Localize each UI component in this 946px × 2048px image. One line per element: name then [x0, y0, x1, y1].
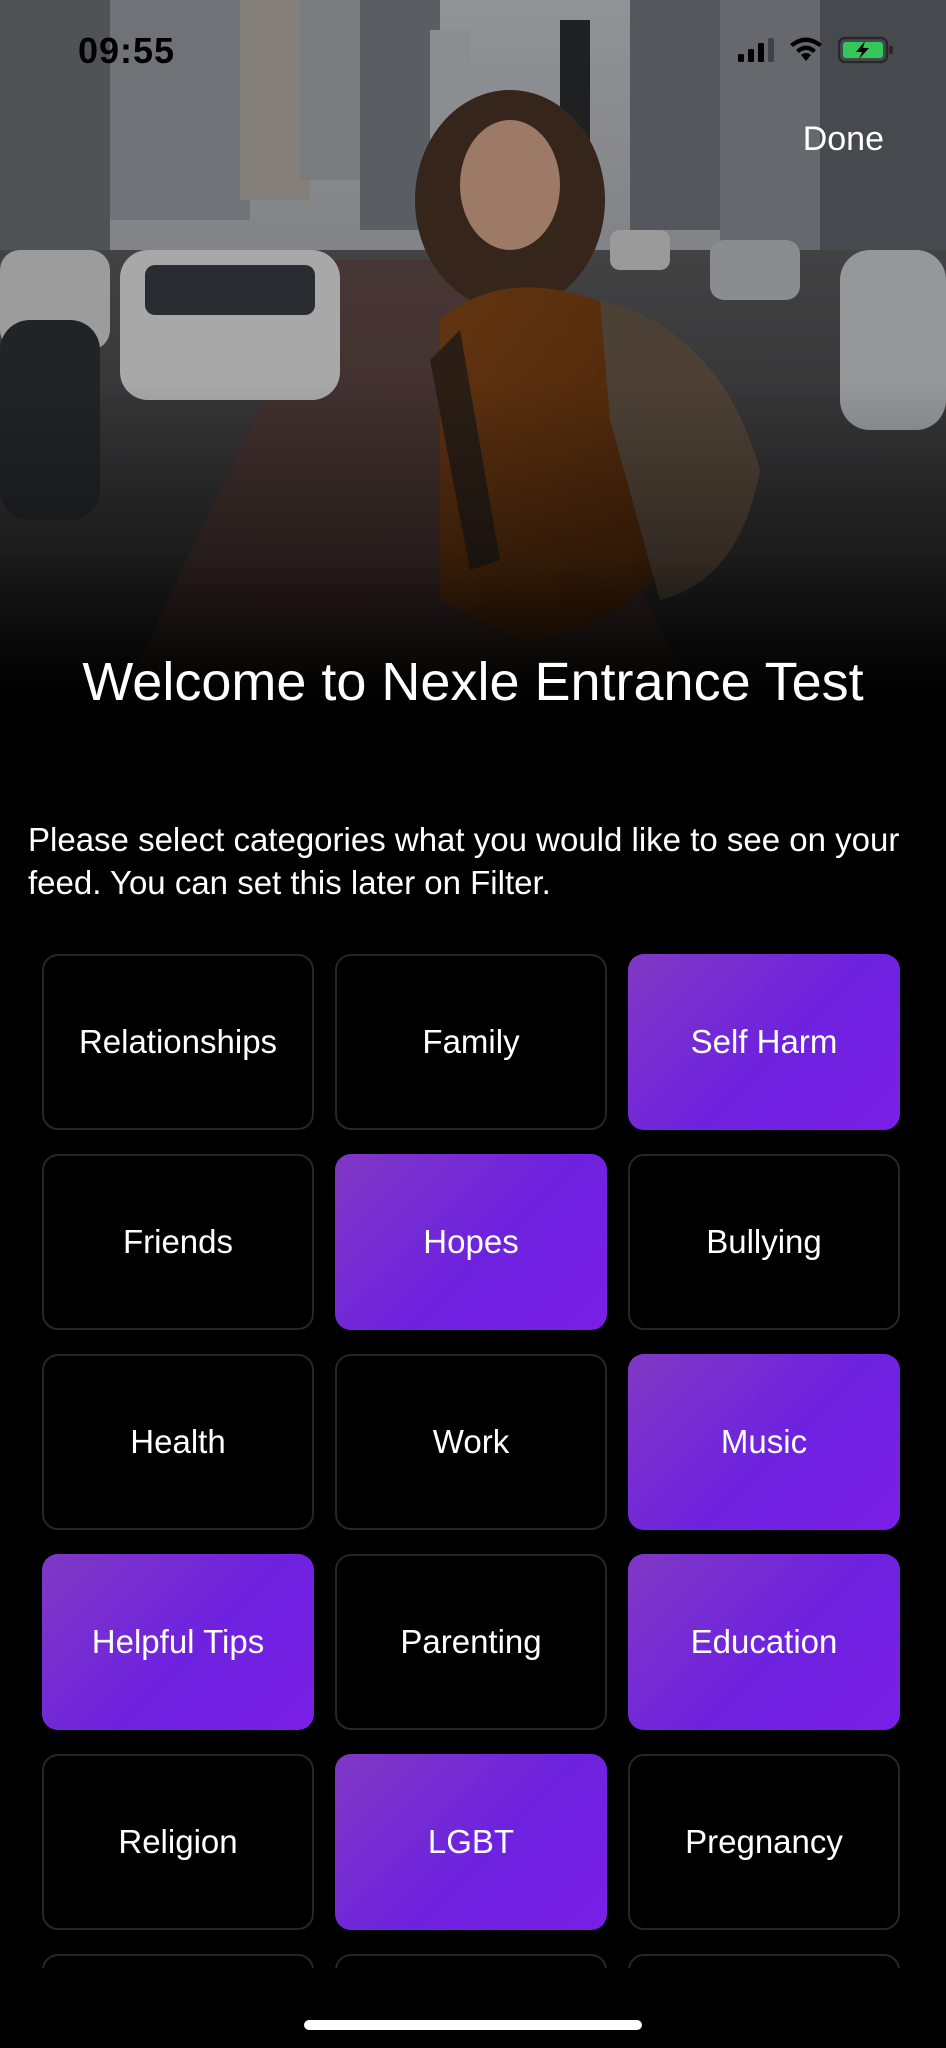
category-label: Friends [122, 1223, 234, 1260]
done-button[interactable]: Done [803, 120, 884, 159]
category-tile[interactable]: Parenting [335, 1554, 607, 1730]
status-icons [738, 36, 894, 68]
category-label: Hopes [423, 1223, 519, 1260]
welcome-description: Please select categories what you would … [28, 821, 900, 901]
category-grid: Relationships Family Self Harm Friends H… [42, 954, 904, 1968]
category-label: Pregnancy [685, 1823, 843, 1860]
category-tile[interactable]: Work [335, 1354, 607, 1530]
home-indicator[interactable] [304, 2020, 642, 2030]
category-label: Family [422, 1023, 520, 1060]
category-tile[interactable]: Religion [42, 1754, 314, 1930]
category-label: Relationships [78, 1023, 278, 1060]
category-tile[interactable] [628, 1954, 900, 1968]
category-tile[interactable]: Hopes [335, 1154, 607, 1330]
category-tile[interactable]: Pregnancy [628, 1754, 900, 1930]
category-label: Helpful Tips [91, 1623, 265, 1660]
category-tile[interactable]: Family [335, 954, 607, 1130]
category-label: Music [720, 1423, 808, 1460]
category-label: Bullying [706, 1223, 822, 1260]
welcome-title: Welcome to Nexle Entrance Test [82, 652, 864, 712]
category-tile[interactable]: LGBT [335, 1754, 607, 1930]
battery-charging-icon [837, 36, 894, 69]
category-tile[interactable]: Relationships [42, 954, 314, 1130]
category-tile[interactable]: Self Harm [628, 954, 900, 1130]
status-bar: 09:55 [0, 0, 946, 104]
category-tile[interactable]: Music [628, 1354, 900, 1530]
category-label: LGBT [427, 1823, 515, 1860]
category-tile[interactable]: Friends [42, 1154, 314, 1330]
category-tile[interactable]: Bullying [628, 1154, 900, 1330]
category-label: Health [130, 1423, 226, 1460]
category-tile[interactable]: Education [628, 1554, 900, 1730]
category-tile[interactable]: Helpful Tips [42, 1554, 314, 1730]
hero-image [0, 0, 946, 700]
wifi-icon [788, 37, 824, 68]
category-tile[interactable] [335, 1954, 607, 1968]
category-label: Education [690, 1623, 838, 1660]
status-time: 09:55 [78, 30, 176, 71]
category-label: Self Harm [690, 1023, 838, 1060]
category-label: Parenting [400, 1623, 542, 1660]
category-tile[interactable] [42, 1954, 314, 1968]
category-tile[interactable]: Health [42, 1354, 314, 1530]
category-label: Work [432, 1423, 510, 1460]
category-label: Religion [118, 1823, 238, 1860]
cellular-signal-icon [738, 37, 774, 67]
